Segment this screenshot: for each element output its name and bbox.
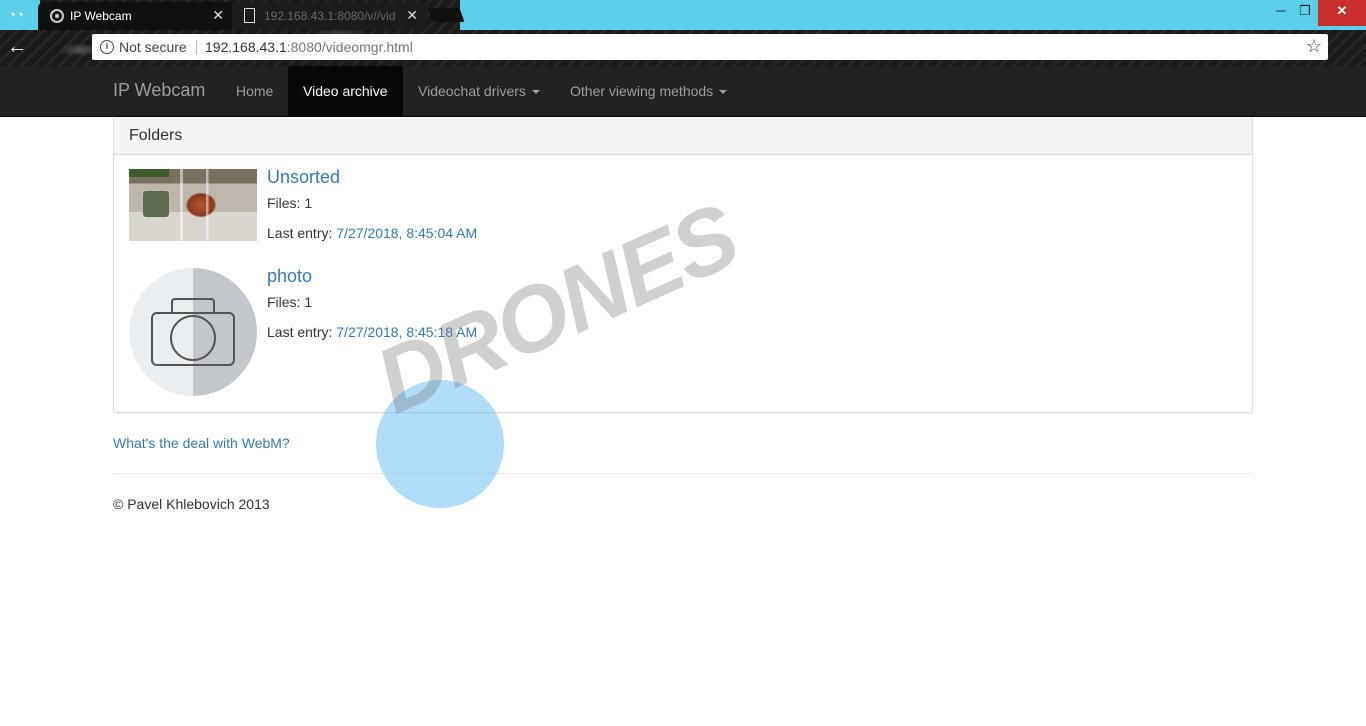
video-thumbnail[interactable] bbox=[129, 169, 257, 241]
nav-videochat-drivers[interactable]: Videochat drivers bbox=[403, 66, 555, 116]
incognito-icon: ◔◔ bbox=[8, 7, 24, 22]
tab-video-file[interactable]: 192.168.43.1:8080/v//vid ✕ bbox=[232, 2, 428, 30]
webm-info-link[interactable]: What's the deal with WebM? bbox=[113, 435, 290, 451]
document-icon bbox=[244, 8, 255, 23]
camera-thumbnail[interactable] bbox=[129, 268, 257, 396]
folder-link[interactable]: Unsorted bbox=[267, 167, 340, 188]
webcam-icon bbox=[50, 9, 64, 23]
close-icon[interactable]: ✕ bbox=[212, 7, 224, 24]
camera-lens-icon bbox=[170, 315, 216, 361]
panel-heading: Folders bbox=[114, 117, 1252, 155]
last-entry-date-link[interactable]: 7/27/2018, 8:45:04 AM bbox=[336, 225, 477, 241]
files-count: Files: 1 bbox=[267, 195, 313, 211]
url-host: 192.168.43.1 bbox=[205, 39, 287, 55]
folder-link[interactable]: photo bbox=[267, 266, 312, 287]
last-entry-label: Last entry: bbox=[267, 324, 333, 340]
last-entry: Last entry: 7/27/2018, 8:45:04 AM bbox=[267, 225, 477, 241]
nav-video-archive[interactable]: Video archive bbox=[288, 66, 403, 116]
nav-other-viewing-methods[interactable]: Other viewing methods bbox=[555, 66, 742, 116]
url-path: :8080/videomgr.html bbox=[286, 39, 413, 55]
caret-down-icon bbox=[531, 90, 540, 95]
tab-ip-webcam[interactable]: IP Webcam ✕ bbox=[38, 2, 234, 30]
browser-chrome: ◔◔ IP Webcam ✕ 192.168.43.1:8080/v//vid … bbox=[0, 0, 1366, 66]
brand-link[interactable]: IP Webcam bbox=[113, 80, 205, 101]
nav-home[interactable]: Home bbox=[221, 66, 288, 116]
title-bar bbox=[460, 0, 1366, 30]
address-separator bbox=[196, 40, 197, 55]
star-icon[interactable]: ☆ bbox=[1306, 36, 1322, 57]
back-arrow-icon[interactable]: ← bbox=[6, 36, 28, 58]
info-icon[interactable]: i bbox=[100, 40, 114, 54]
files-count: Files: 1 bbox=[267, 294, 313, 310]
site-navbar: IP Webcam Home Video archive Videochat d… bbox=[0, 66, 1366, 117]
footer-copyright: © Pavel Khlebovich 2013 bbox=[113, 496, 270, 512]
tab-title: IP Webcam bbox=[70, 9, 132, 23]
panel-title: Folders bbox=[129, 127, 183, 144]
caret-down-icon bbox=[719, 90, 728, 95]
window-close-button[interactable]: ✕ bbox=[1318, 0, 1366, 26]
close-icon[interactable]: ✕ bbox=[406, 7, 418, 24]
tab-title: 192.168.43.1:8080/v//vid bbox=[264, 9, 396, 23]
address-bar[interactable]: i Not secure 192.168.43.1:8080/videomgr.… bbox=[92, 34, 1328, 60]
new-tab-button[interactable] bbox=[427, 8, 465, 22]
url-text[interactable]: 192.168.43.1:8080/videomgr.html bbox=[205, 39, 413, 55]
security-label[interactable]: Not secure bbox=[119, 39, 187, 55]
nav-label: Videochat drivers bbox=[418, 83, 526, 99]
maximize-button[interactable]: ❐ bbox=[1290, 0, 1320, 26]
nav-label: Other viewing methods bbox=[570, 83, 714, 99]
divider bbox=[113, 473, 1253, 474]
last-entry-label: Last entry: bbox=[267, 225, 333, 241]
